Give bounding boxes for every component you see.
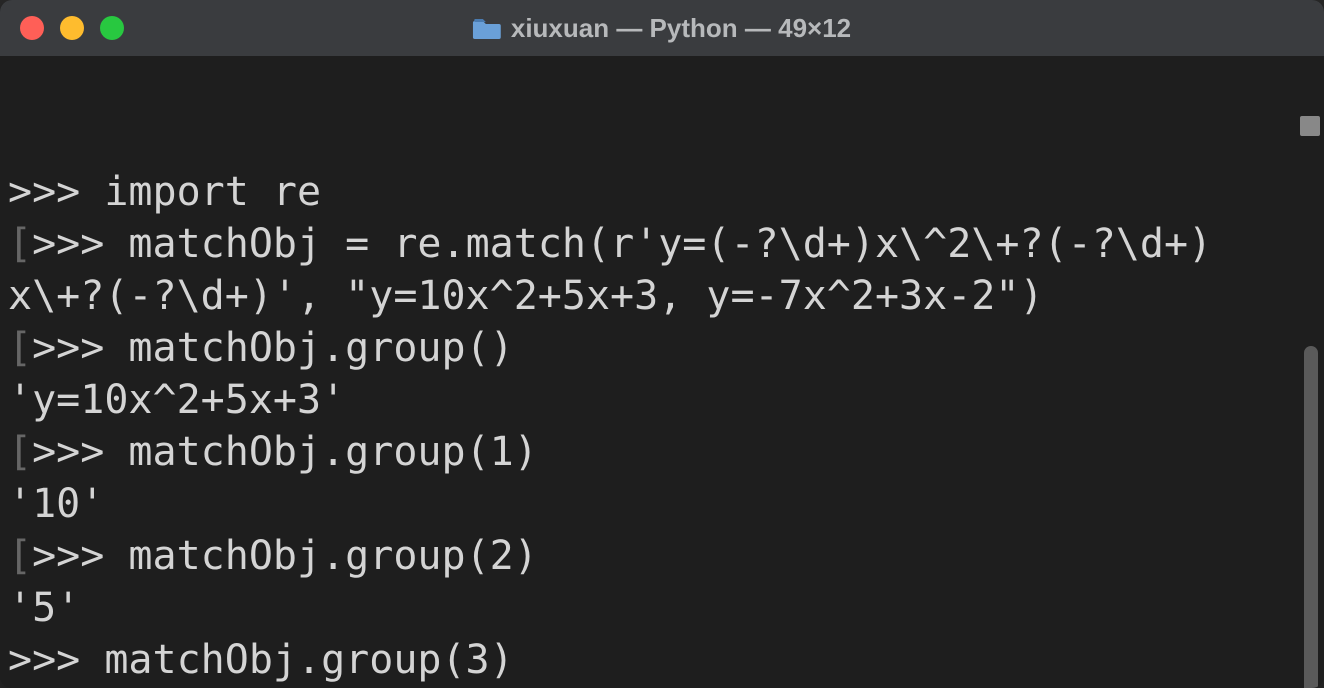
terminal-line: '10' xyxy=(8,478,1316,530)
code-text: matchObj.group(3) xyxy=(104,637,513,683)
window-controls xyxy=(20,16,124,40)
prompt: >>> xyxy=(32,325,128,371)
code-text: '5' xyxy=(8,585,80,631)
prompt: >>> xyxy=(8,169,104,215)
maximize-icon[interactable] xyxy=(100,16,124,40)
terminal-line: x\+?(-?\d+)', "y=10x^2+5x+3, y=-7x^2+3x-… xyxy=(8,270,1316,322)
scrollbar-thumb[interactable] xyxy=(1304,346,1318,688)
terminal-line: [>>> matchObj = re.match(r'y=(-?\d+)x\^2… xyxy=(8,218,1316,270)
terminal-line: [>>> matchObj.group(2) xyxy=(8,530,1316,582)
window-title: xiuxuan — Python — 49×12 xyxy=(473,13,851,44)
prompt: >>> xyxy=(32,221,128,267)
code-text: import re xyxy=(104,169,321,215)
prompt: >>> xyxy=(32,533,128,579)
titlebar[interactable]: xiuxuan — Python — 49×12 xyxy=(0,0,1324,56)
code-text: matchObj.group() xyxy=(128,325,513,371)
prompt: >>> xyxy=(32,429,128,475)
terminal-line: >>> import re xyxy=(8,166,1316,218)
code-text: 'y=10x^2+5x+3' xyxy=(8,377,345,423)
bracket-icon: [ xyxy=(8,429,32,475)
minimize-icon[interactable] xyxy=(60,16,84,40)
prompt: >>> xyxy=(8,637,104,683)
code-text: matchObj.group(1) xyxy=(128,429,537,475)
window-title-text: xiuxuan — Python — 49×12 xyxy=(511,13,851,44)
close-icon[interactable] xyxy=(20,16,44,40)
terminal-line: [>>> matchObj.group(1) xyxy=(8,426,1316,478)
code-text: matchObj = re.match(r'y=(-?\d+)x\^2\+?(-… xyxy=(128,221,1212,267)
terminal-window: xiuxuan — Python — 49×12 >>> import re[>… xyxy=(0,0,1324,688)
terminal-line: 'y=10x^2+5x+3' xyxy=(8,374,1316,426)
folder-icon xyxy=(473,17,501,39)
scrollbar[interactable] xyxy=(1304,116,1320,688)
code-text: x\+?(-?\d+)', "y=10x^2+5x+3, y=-7x^2+3x-… xyxy=(8,273,1044,319)
code-text: matchObj.group(2) xyxy=(128,533,537,579)
terminal-line: '5' xyxy=(8,582,1316,634)
code-text: '10' xyxy=(8,481,104,527)
terminal-line: >>> matchObj.group(3) xyxy=(8,634,1316,686)
bracket-icon: [ xyxy=(8,221,32,267)
bracket-icon: [ xyxy=(8,325,32,371)
terminal-line: [>>> matchObj.group() xyxy=(8,322,1316,374)
bracket-icon: [ xyxy=(8,533,32,579)
terminal-body[interactable]: >>> import re[>>> matchObj = re.match(r'… xyxy=(0,56,1324,688)
